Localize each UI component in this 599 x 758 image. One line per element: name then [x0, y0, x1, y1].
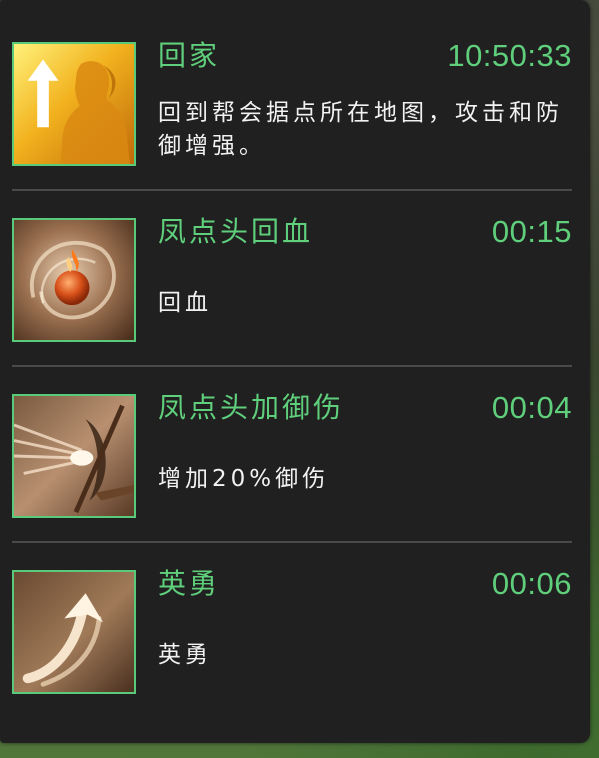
- shield-spear-icon: [12, 394, 136, 518]
- buff-row-phoenix-heal[interactable]: 凤点头回血 00:15 回血: [0, 190, 590, 366]
- buff-timer: 00:15: [491, 214, 572, 249]
- buff-title: 英勇: [158, 567, 221, 600]
- buff-description: 回血: [158, 290, 212, 316]
- fire-orb-icon: [12, 218, 136, 342]
- buff-title: 凤点头加御伤: [158, 391, 345, 424]
- buff-title: 凤点头回血: [158, 215, 314, 248]
- return-home-icon: [12, 42, 136, 166]
- buff-row-bravery[interactable]: 英勇 00:06 英勇: [0, 542, 590, 718]
- buff-list-panel: 回家 10:50:33 回到帮会据点所在地图，攻击和防御增强。 凤点头回血 00…: [0, 0, 590, 743]
- buff-description: 英勇: [158, 642, 212, 668]
- buff-timer: 00:06: [491, 566, 572, 601]
- buff-description: 增加20%御伤: [158, 466, 330, 492]
- buff-title: 回家: [158, 39, 221, 72]
- buff-description: 回到帮会据点所在地图，攻击和防御增强。: [158, 100, 563, 159]
- buff-timer: 10:50:33: [447, 38, 572, 73]
- swirl-arrow-icon: [12, 570, 136, 694]
- buff-timer: 00:04: [491, 390, 572, 425]
- buff-row-phoenix-defense[interactable]: 凤点头加御伤 00:04 增加20%御伤: [0, 366, 590, 542]
- buff-row-return-home[interactable]: 回家 10:50:33 回到帮会据点所在地图，攻击和防御增强。: [0, 0, 590, 176]
